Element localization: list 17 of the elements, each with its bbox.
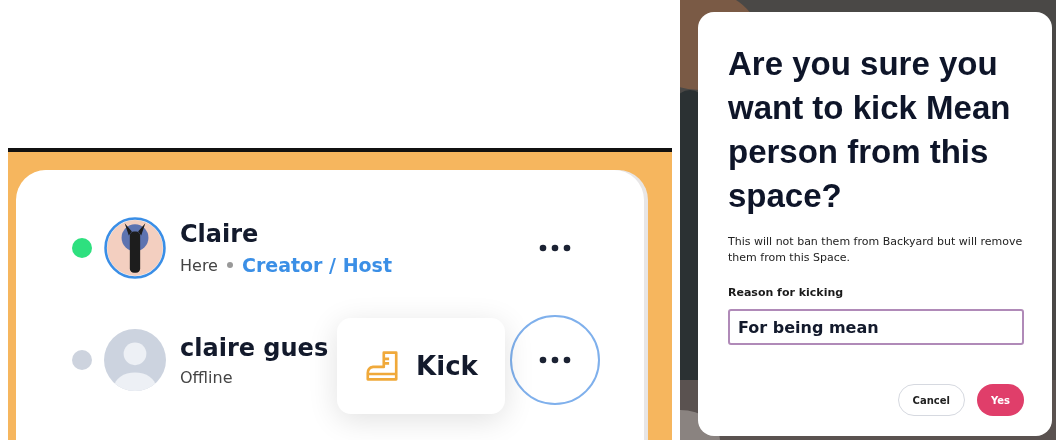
reason-input[interactable]: For being mean	[728, 309, 1024, 345]
member-name: claire gues	[180, 333, 330, 362]
member-status: Here	[180, 255, 218, 275]
member-name: Claire	[180, 220, 260, 248]
dialog-description: This will not ban them from Backyard but will remove them from this Space.	[728, 234, 1024, 266]
kick-menu-item[interactable]: Kick	[358, 344, 484, 388]
boot-icon	[364, 350, 401, 382]
member-status: Offline	[180, 367, 233, 387]
ellipsis-icon	[539, 356, 571, 364]
field-label: Reason for kicking	[728, 286, 845, 299]
member-role: Creator / Host	[241, 254, 392, 276]
dialog-title: Are you sure you want to kick Mean person from this space?	[728, 44, 1012, 216]
cancel-button[interactable]: Cancel	[897, 384, 965, 416]
ellipsis-icon	[539, 244, 571, 252]
more-button[interactable]	[510, 315, 600, 405]
confirm-button[interactable]: Yes	[976, 384, 1024, 416]
separator-dot	[226, 262, 233, 268]
